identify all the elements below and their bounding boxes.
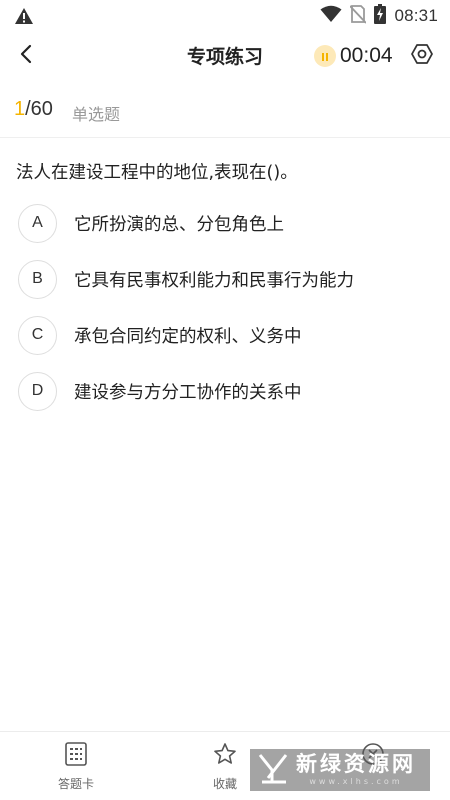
star-icon [213, 742, 237, 770]
current-question-number: 1 [14, 98, 26, 120]
progress-row: 1/60 单选题 [0, 82, 450, 138]
option-a[interactable]: A 它所扮演的总、分包角色上 [18, 203, 438, 243]
watermark: 新绿资源网 www.xlhs.com [250, 749, 430, 791]
back-arrow-icon [19, 44, 33, 68]
option-text: 它所扮演的总、分包角色上 [74, 214, 284, 235]
question-progress: 1/60 [14, 98, 53, 121]
pause-button[interactable] [314, 45, 336, 67]
favorite-label: 收藏 [212, 777, 237, 791]
battery-charging-icon [374, 4, 387, 28]
warning-icon [14, 7, 34, 25]
timer: 00:04 [314, 43, 393, 69]
no-sim-icon [349, 4, 368, 28]
back-button[interactable] [10, 40, 42, 72]
option-letter: C [18, 315, 57, 355]
question-text: 法人在建设工程中的地位,表现在()。 [16, 163, 298, 183]
status-bar: 08:31 [0, 0, 450, 32]
option-text: 建设参与方分工协作的关系中 [74, 382, 302, 403]
settings-button[interactable] [409, 43, 435, 69]
options-list: A 它所扮演的总、分包角色上 B 它具有民事权利能力和民事行为能力 C 承包合同… [18, 203, 438, 427]
pause-icon [320, 47, 330, 66]
option-text: 它具有民事权利能力和民事行为能力 [74, 270, 354, 291]
answer-card-tab[interactable]: 答题卡 [36, 742, 116, 792]
wifi-icon [320, 5, 342, 27]
answer-card-icon [65, 742, 87, 770]
question-type: 单选题 [72, 105, 121, 124]
option-c[interactable]: C 承包合同约定的权利、义务中 [18, 315, 438, 355]
option-letter: A [18, 203, 57, 243]
answer-card-label: 答题卡 [57, 777, 94, 791]
total-questions: /60 [25, 98, 53, 120]
option-b[interactable]: B 它具有民事权利能力和民事行为能力 [18, 259, 438, 299]
header: 专项练习 00:04 [0, 32, 450, 80]
option-letter: B [18, 259, 57, 299]
option-d[interactable]: D 建设参与方分工协作的关系中 [18, 371, 438, 411]
watermark-text: 新绿资源网 [296, 752, 416, 776]
settings-icon [411, 43, 433, 69]
watermark-logo-icon [258, 752, 288, 788]
watermark-url: www.xlhs.com [309, 777, 403, 786]
option-text: 承包合同约定的权利、义务中 [74, 326, 302, 347]
timer-value: 00:04 [340, 44, 393, 67]
status-time: 08:31 [394, 6, 438, 25]
option-letter: D [18, 371, 57, 411]
